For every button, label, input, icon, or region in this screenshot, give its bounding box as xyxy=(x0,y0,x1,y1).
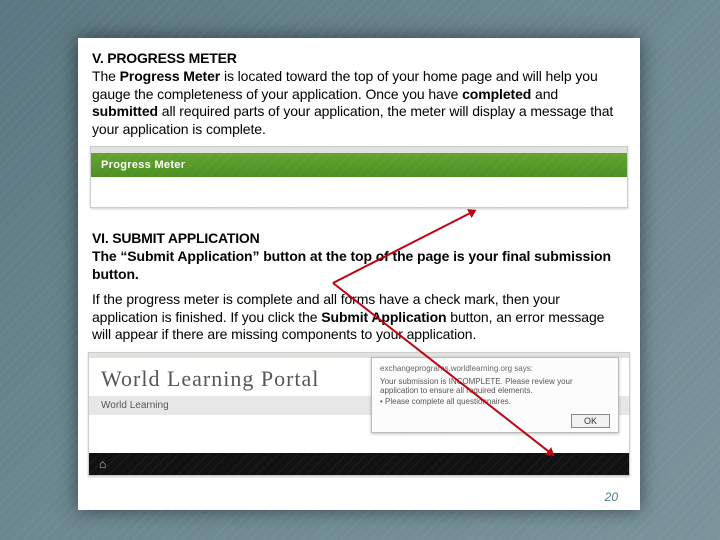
text: The xyxy=(92,68,120,84)
section-vi-heading: VI. SUBMIT APPLICATION xyxy=(92,230,626,246)
section-vi-paragraph: If the progress meter is complete and al… xyxy=(92,291,626,344)
slide-background: V. PROGRESS METER The Progress Meter is … xyxy=(0,0,720,540)
bold-text: The “Submit Application” button at the t… xyxy=(92,248,611,282)
error-dialog: exchangeprograms.worldlearning.org says:… xyxy=(371,357,619,433)
text: and xyxy=(531,86,558,102)
content-card: V. PROGRESS METER The Progress Meter is … xyxy=(78,38,640,510)
section-v-paragraph: The Progress Meter is located toward the… xyxy=(92,68,626,138)
dialog-source: exchangeprograms.worldlearning.org says: xyxy=(380,364,610,373)
ok-button[interactable]: OK xyxy=(571,414,610,428)
progress-meter-bar: Progress Meter xyxy=(91,153,627,177)
home-icon: ⌂ xyxy=(99,457,106,471)
bold-text: completed xyxy=(462,86,531,102)
page-number: 20 xyxy=(605,490,618,504)
section-v-heading: V. PROGRESS METER xyxy=(92,50,626,66)
bold-text: submitted xyxy=(92,103,158,119)
bold-text: Progress Meter xyxy=(120,68,221,84)
text: all required parts of your application, … xyxy=(92,103,613,137)
dialog-line: • Please complete all questionnaires. xyxy=(380,397,610,406)
progress-meter-screenshot: Progress Meter xyxy=(90,146,628,208)
dialog-line: Your submission is INCOMPLETE. Please re… xyxy=(380,377,610,395)
section-vi-lead: The “Submit Application” button at the t… xyxy=(92,248,626,283)
